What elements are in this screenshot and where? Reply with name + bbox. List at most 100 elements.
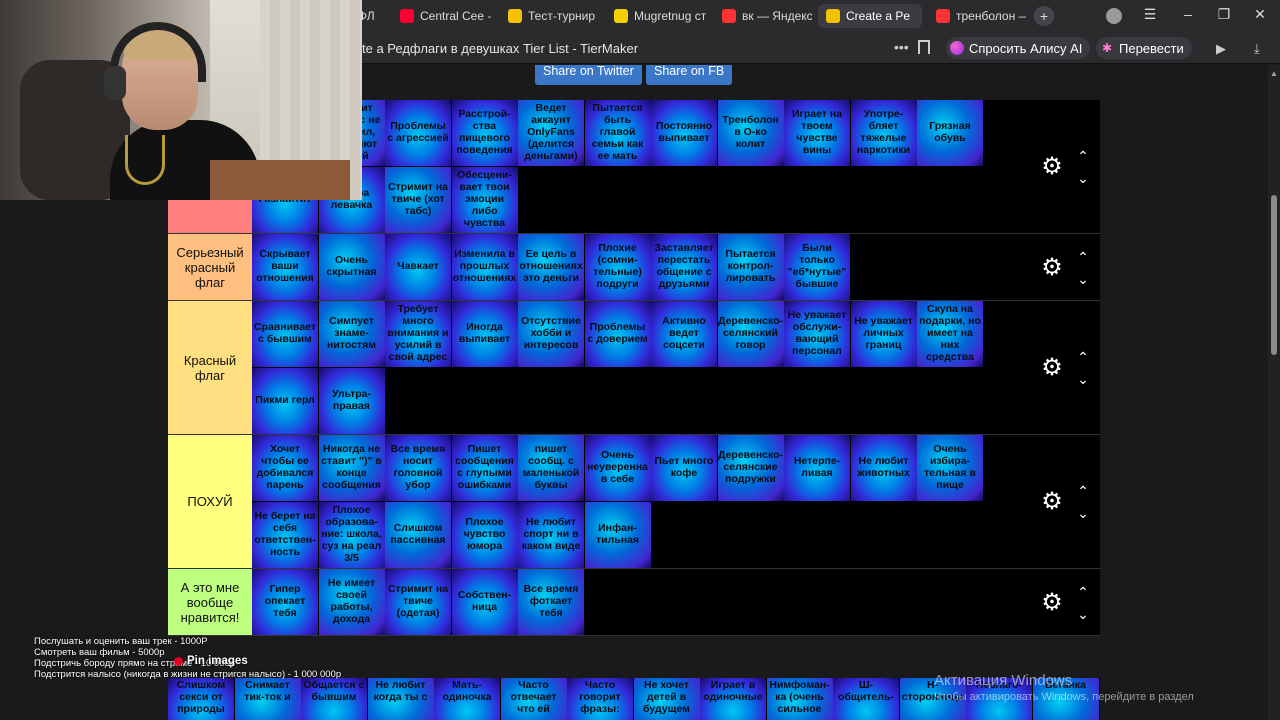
tier-item-card[interactable]: Проблемы с доверием (584, 301, 651, 367)
close-window-icon[interactable]: ✕ (1248, 6, 1272, 23)
chevron-up-icon[interactable]: ⌃ (1074, 149, 1092, 163)
pool-item-card[interactable]: Часто говорит фразы: (567, 678, 633, 720)
tier-item-card[interactable]: Очень скрытная (318, 234, 385, 300)
scrollbar[interactable]: ▲ (1268, 65, 1280, 720)
tier-item-card[interactable]: Все время носит головной убор (385, 435, 451, 501)
tier-item-card[interactable]: Активно ведет соцсети (651, 301, 717, 367)
tier-item-card[interactable]: Инфан-тильная (584, 502, 651, 568)
tier-item-card[interactable]: Симпует знаме-нитостям (318, 301, 385, 367)
tier-item-card[interactable]: Гипер опекает тебя (252, 569, 318, 635)
chevron-down-icon[interactable]: ⌄ (1074, 272, 1092, 286)
alice-button[interactable]: Спросить Алису AI (946, 37, 1091, 59)
download-icon[interactable]: ⤓ (1254, 41, 1260, 57)
bookmark-icon[interactable] (918, 40, 930, 54)
tier-item-card[interactable]: Очень избира-тельная в пище (917, 435, 983, 501)
pool-item-card[interactable]: Часто отвечает что ей (500, 678, 567, 720)
close-tab-icon[interactable]: ✕ (920, 9, 922, 23)
tier-item-card[interactable]: Обесцени-вает твои эмоции либо чувства (451, 167, 518, 233)
tier-label[interactable]: ПОХУЙ (168, 435, 252, 568)
tier-item-card[interactable]: Грязная обувь (917, 100, 983, 166)
tier-item-card[interactable]: Ведет аккаунт OnlyFans (делится деньгами… (518, 100, 584, 166)
tier-item-card[interactable]: Не уважает обслужи-вающий персонал (784, 301, 850, 367)
tier-item-card[interactable]: Заставляет перестать общение с друзьями (651, 234, 717, 300)
tier-item-card[interactable]: Постоянно выпивает (651, 100, 717, 166)
tier-item-card[interactable]: Пытается контрол-лировать (717, 234, 784, 300)
pin-images-button[interactable]: Pin images (170, 654, 252, 668)
tier-item-card[interactable]: Тренболон в О-ко колит (717, 100, 784, 166)
pool-item-card[interactable]: Нимфоман-ка (очень сильное (766, 678, 833, 720)
tier-item-card[interactable]: Пытается быть главой семьи как ее мать (584, 100, 651, 166)
tier-item-card[interactable]: пишет сообщ. с маленькой буквы (518, 435, 584, 501)
restore-icon[interactable]: ❐ (1212, 6, 1236, 23)
tier-item-card[interactable]: Нетерпе-ливая (784, 435, 850, 501)
tier-item-card[interactable]: Ее цель в отношениях это деньги (518, 234, 584, 300)
gear-icon[interactable]: ⚙ (1040, 155, 1064, 179)
tier-item-card[interactable]: Плохое образова-ние: школа, суз на реал … (318, 502, 385, 568)
gear-icon[interactable]: ⚙ (1040, 590, 1064, 615)
tier-item-card[interactable]: Чавкает (385, 234, 451, 300)
tier-label[interactable]: Серьезный красный флаг (168, 234, 252, 300)
tier-item-card[interactable]: Все время фоткает тебя (518, 569, 584, 635)
tier-item-card[interactable]: Сравнивает с бывшим (252, 301, 318, 367)
chevron-up-icon[interactable]: ⌃ (1074, 585, 1092, 599)
tier-item-card[interactable]: Плохое чувство юмора (451, 502, 518, 568)
browser-tab-1[interactable]: Central Cee - С (392, 4, 492, 28)
profile-avatar[interactable] (1106, 8, 1122, 24)
tier-item-card[interactable]: Собствен-ница (451, 569, 518, 635)
tier-item-card[interactable]: Стримит на твиче (хот табс) (385, 167, 451, 233)
tier-item-card[interactable]: Не берет на себя ответствен-ность (252, 502, 318, 568)
chevron-down-icon[interactable]: ⌄ (1074, 171, 1092, 185)
new-tab-button[interactable]: + (1034, 6, 1054, 26)
share-fb-button[interactable]: Share on FB (646, 65, 733, 85)
share-twitter-button[interactable]: Share on Twitter (535, 65, 642, 85)
tier-item-card[interactable]: Слишком пассивная (385, 502, 451, 568)
tier-item-card[interactable]: Пикми герл (252, 368, 318, 434)
tier-item-card[interactable]: Деревенско-селянские подружки (717, 435, 784, 501)
chevron-down-icon[interactable]: ⌄ (1074, 506, 1092, 520)
pool-item-card[interactable]: Слишком секси от природы (168, 678, 234, 720)
tier-item-card[interactable]: Играет на твоем чувстве вины (784, 100, 850, 166)
tier-item-card[interactable]: Расстрой-ства пищевого поведения (451, 100, 518, 166)
tier-item-card[interactable]: Не имеет своей работы, дохода (318, 569, 385, 635)
tier-item-card[interactable]: Стримит на твиче (одетая) (385, 569, 451, 635)
tier-item-card[interactable]: Скрывает ваши отношения (252, 234, 318, 300)
tier-item-card[interactable]: Отсутствие хобби и интересов (518, 301, 584, 367)
more-dots-icon[interactable]: ••• (894, 39, 909, 55)
tier-item-card[interactable]: Пьет много кофе (651, 435, 717, 501)
tier-item-card[interactable]: Никогда не ставит ")" в конце сообщения (318, 435, 385, 501)
tier-item-card[interactable]: Иногда выпивает (451, 301, 518, 367)
gear-icon[interactable]: ⚙ (1040, 490, 1064, 514)
browser-tab-2[interactable]: Тест-турнир в (500, 4, 598, 28)
pool-item-card[interactable]: Не любит когда ты с (367, 678, 434, 720)
gear-icon[interactable]: ⚙ (1040, 255, 1064, 280)
chevron-down-icon[interactable]: ⌄ (1074, 372, 1092, 386)
page-title[interactable]: te a Редфлаги в девушках Tier List - Tie… (362, 41, 638, 56)
pool-item-card[interactable]: Ш-общитель- (833, 678, 899, 720)
play-icon[interactable]: ▶ (1216, 41, 1226, 57)
tier-label[interactable]: А это мне вообще нравится! (168, 569, 252, 635)
pool-item-card[interactable]: Не хочет детей в будущем (633, 678, 700, 720)
tier-item-card[interactable]: Не любит животных (850, 435, 917, 501)
pool-item-card[interactable]: Снимает тик-ток и (234, 678, 301, 720)
tier-item-card[interactable]: Изменила в прошлых отношениях (451, 234, 518, 300)
browser-tab-6[interactable]: тренболон — (928, 4, 1026, 28)
tier-item-card[interactable]: Скупа на подарки, но имеет на них средст… (917, 301, 983, 367)
tier-item-card[interactable]: Были только "еб*нутые" бывшие (784, 234, 850, 300)
browser-tab-active[interactable]: Create a Pe✕ (818, 4, 922, 28)
tier-item-card[interactable]: Плохие (сомни-тельные) подруги (584, 234, 651, 300)
tier-item-card[interactable]: Деревенско-селянский говор (717, 301, 784, 367)
chevron-up-icon[interactable]: ⌃ (1074, 484, 1092, 498)
scroll-thumb[interactable] (1271, 195, 1277, 355)
browser-tab-4[interactable]: вк — Яндекс: (714, 4, 812, 28)
scroll-up-icon[interactable]: ▲ (1270, 69, 1278, 78)
tier-item-card[interactable]: Хочет чтобы ее добивался парень (252, 435, 318, 501)
chevron-up-icon[interactable]: ⌃ (1074, 350, 1092, 364)
pool-item-card[interactable]: Мать-одиночка (434, 678, 500, 720)
tier-item-card[interactable]: Ультра-правая (318, 368, 385, 434)
browser-tab-3[interactable]: Mugretnug ст (606, 4, 708, 28)
gear-icon[interactable]: ⚙ (1040, 356, 1064, 380)
tier-item-card[interactable]: Очень неуверенна в себе (584, 435, 651, 501)
menu-icon[interactable]: ☰ (1138, 6, 1162, 23)
tier-item-card[interactable]: Употре-бляет тяжелые наркотики (850, 100, 917, 166)
pool-item-card[interactable]: Общается с бывшим (301, 678, 367, 720)
